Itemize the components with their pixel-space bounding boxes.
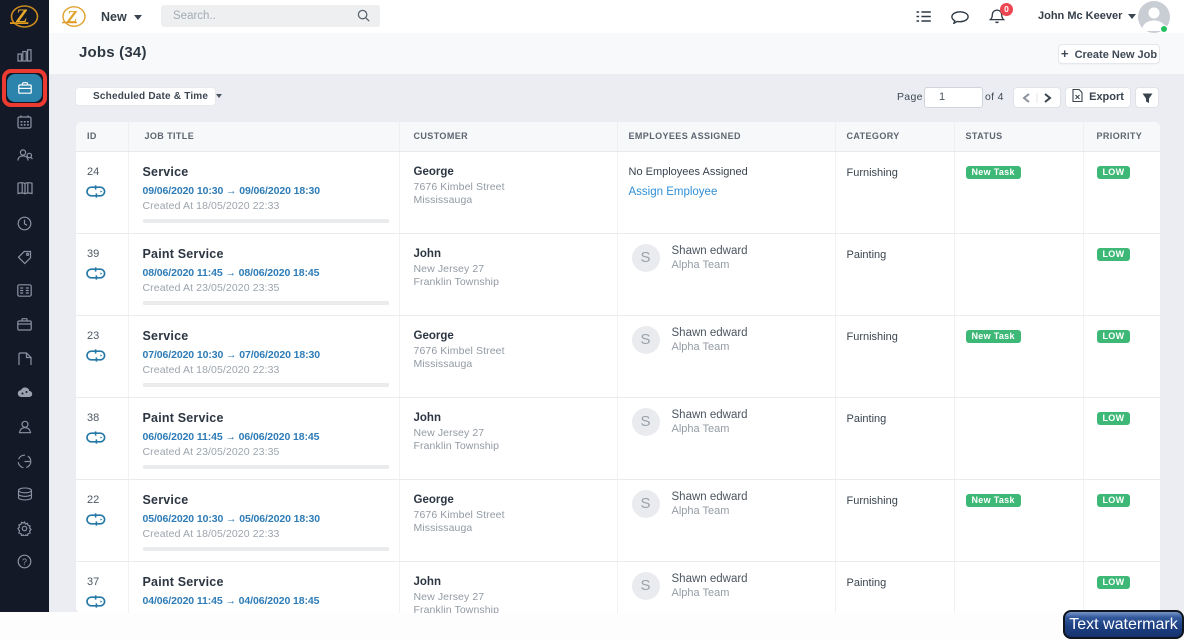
svg-text:?: ? <box>22 557 27 567</box>
